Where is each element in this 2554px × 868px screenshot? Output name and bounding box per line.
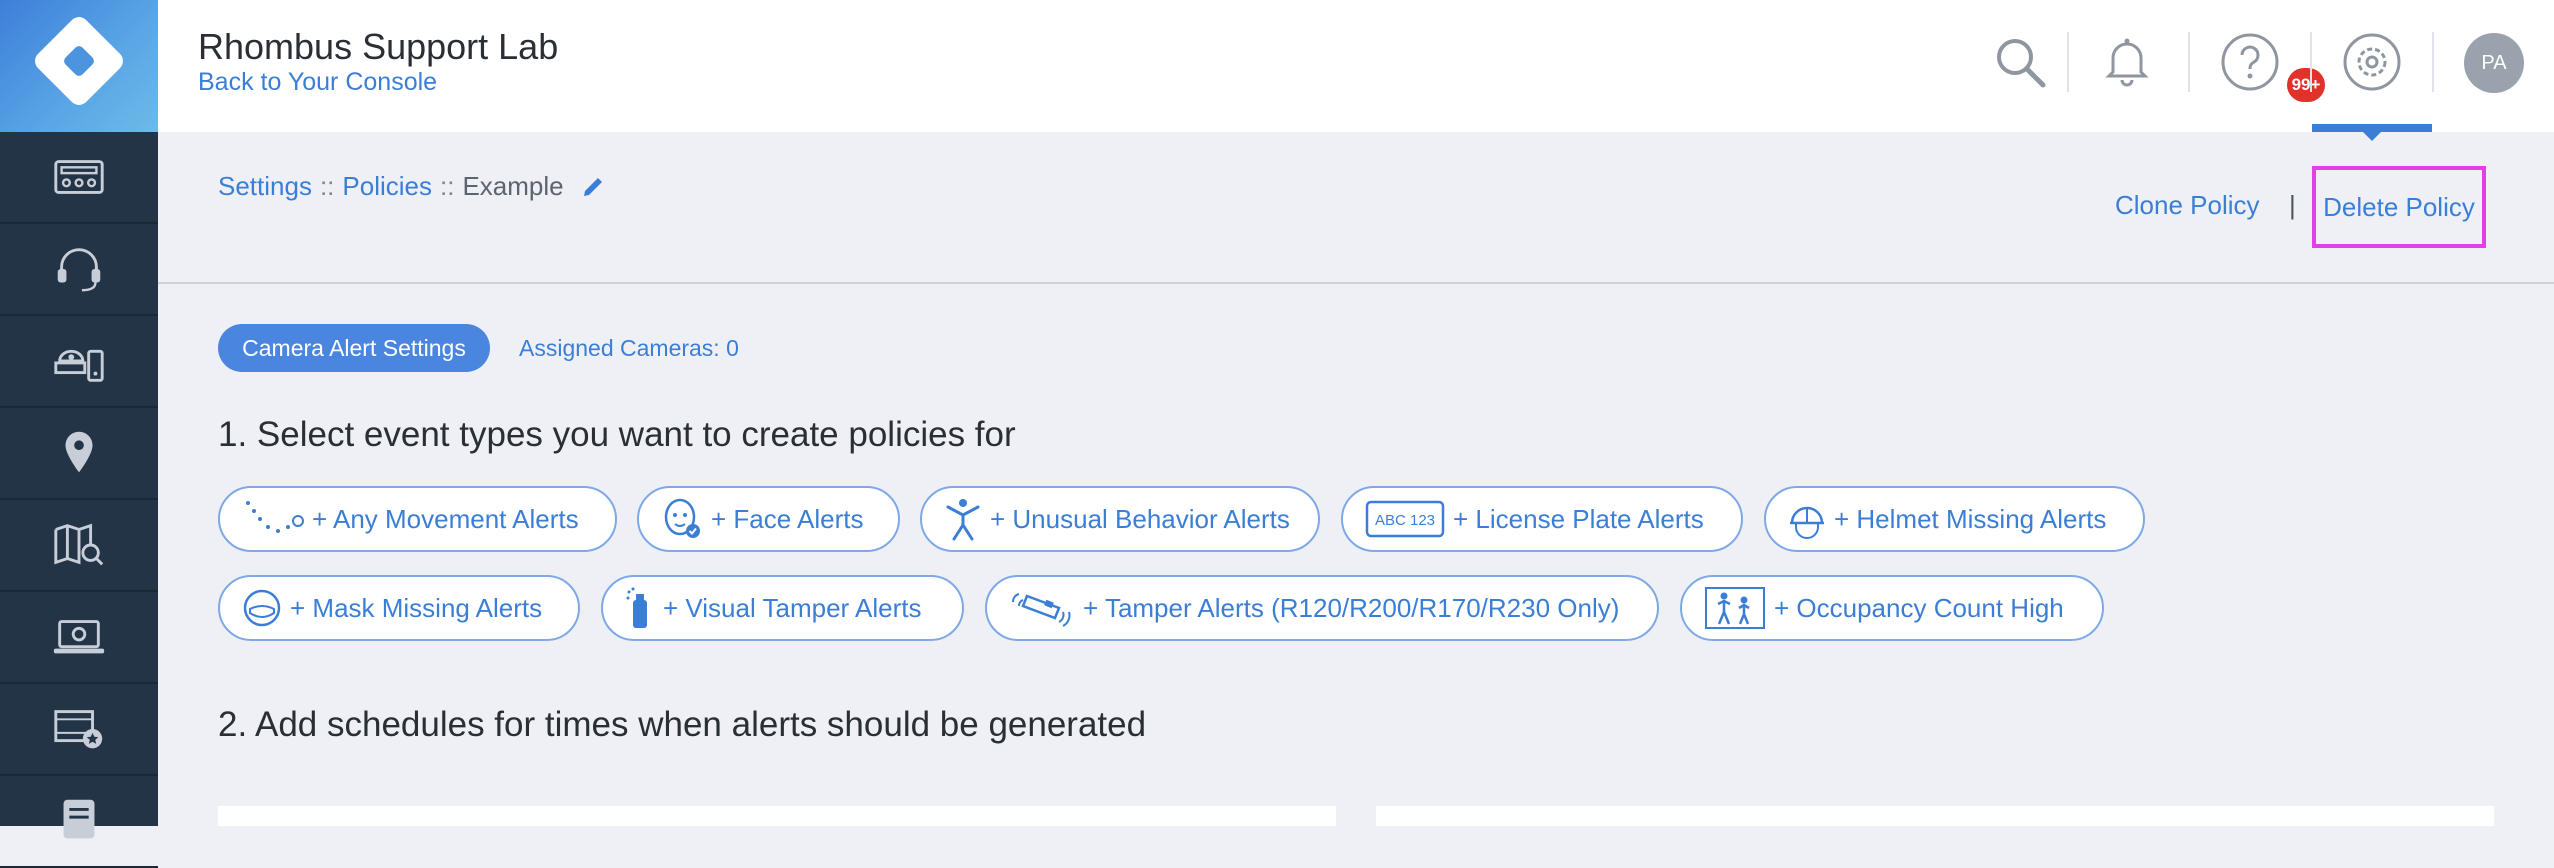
film-star-icon — [54, 710, 103, 749]
camera-tamper-icon — [1009, 588, 1075, 628]
chip-label: + Mask Missing Alerts — [290, 592, 543, 623]
breadcrumb-current: Example — [462, 171, 564, 201]
sidebar-item-video-wall[interactable] — [0, 592, 158, 684]
tab-assigned-cameras[interactable]: Assigned Cameras: 0 — [519, 335, 739, 362]
add-license-plate-alert[interactable]: ABC 123 + License Plate Alerts — [1341, 486, 1743, 552]
laptop-camera-icon — [53, 620, 105, 654]
occupancy-icon — [1704, 586, 1766, 630]
step-two-heading: 2. Add schedules for times when alerts s… — [218, 705, 1147, 744]
step-one-heading: 1. Select event types you want to create… — [218, 415, 1016, 454]
back-to-console-link[interactable]: Back to Your Console — [198, 68, 437, 97]
schedule-panel-left — [218, 806, 1336, 826]
clone-policy-link[interactable]: Clone Policy — [2115, 190, 2260, 221]
mask-icon — [242, 587, 282, 629]
devices-icon — [54, 349, 104, 382]
chip-label: + Helmet Missing Alerts — [1834, 503, 2107, 534]
help-button[interactable] — [2210, 22, 2290, 102]
header-divider — [2067, 32, 2069, 92]
breadcrumb-separator: :: — [319, 171, 335, 201]
sidebar-item-locations[interactable] — [0, 408, 158, 500]
add-tamper-alert[interactable]: + Tamper Alerts (R120/R200/R170/R230 Onl… — [985, 575, 1659, 641]
sidebar-item-support[interactable] — [0, 224, 158, 316]
add-occupancy-count-high-alert[interactable]: + Occupancy Count High — [1680, 575, 2104, 641]
chip-label: + Face Alerts — [711, 503, 864, 534]
add-face-alert[interactable]: + Face Alerts — [637, 486, 900, 552]
sidebar-item-dashboard[interactable] — [0, 132, 158, 224]
chip-label: + Unusual Behavior Alerts — [990, 503, 1290, 534]
breadcrumb-policies[interactable]: Policies — [342, 171, 432, 202]
header-divider — [2310, 32, 2312, 92]
header-divider — [2432, 32, 2434, 92]
chip-label: + Occupancy Count High — [1774, 592, 2064, 623]
search-button[interactable] — [1980, 22, 2060, 102]
rhombus-logo[interactable] — [0, 0, 158, 132]
logo-diamond-icon — [30, 12, 128, 110]
help-icon — [2221, 33, 2279, 91]
chip-label: + Visual Tamper Alerts — [663, 592, 922, 623]
breadcrumb-separator: :: — [440, 171, 455, 201]
chip-label: + Tamper Alerts (R120/R200/R170/R230 Onl… — [1083, 592, 1620, 623]
header-divider — [2188, 32, 2190, 92]
add-mask-missing-alert[interactable]: + Mask Missing Alerts — [218, 575, 580, 641]
movement-icon — [242, 497, 304, 541]
headset-icon — [57, 248, 101, 292]
spray-icon — [625, 586, 655, 630]
section-divider — [158, 282, 2554, 284]
edit-pencil-icon[interactable] — [580, 174, 606, 200]
sidebar-item-devices[interactable] — [0, 316, 158, 408]
delete-policy-link[interactable]: Delete Policy — [2312, 166, 2486, 248]
bell-icon — [2105, 38, 2149, 87]
sidebar-item-saved-clips[interactable] — [0, 684, 158, 776]
license-plate-icon: ABC 123 — [1365, 499, 1445, 539]
action-separator: | — [2289, 190, 2296, 220]
settings-active-arrow — [2363, 132, 2381, 141]
face-icon — [661, 497, 703, 541]
add-helmet-missing-alert[interactable]: + Helmet Missing Alerts — [1764, 486, 2145, 552]
notification-badge: 99+ — [2287, 68, 2325, 102]
dashboard-icon — [54, 160, 104, 194]
sidebar-item-reports[interactable] — [0, 776, 158, 868]
helmet-icon — [1788, 499, 1826, 539]
add-visual-tamper-alert[interactable]: + Visual Tamper Alerts — [601, 575, 964, 641]
chip-label: + Any Movement Alerts — [312, 503, 579, 534]
settings-active-indicator — [2312, 124, 2432, 132]
schedule-panel-right — [1376, 806, 2494, 826]
notifications-button[interactable] — [2087, 22, 2167, 102]
gear-icon — [2343, 33, 2401, 91]
org-name: Rhombus Support Lab — [198, 26, 559, 67]
location-pin-icon — [65, 431, 93, 473]
avatar[interactable]: PA — [2464, 33, 2524, 93]
person-icon — [944, 497, 982, 541]
top-header: Rhombus Support Lab Back to Your Console… — [158, 0, 2554, 132]
document-icon — [63, 799, 95, 839]
breadcrumb-settings[interactable]: Settings — [218, 171, 312, 202]
tab-camera-alert-settings[interactable]: Camera Alert Settings — [218, 324, 490, 372]
map-search-icon — [54, 523, 104, 566]
settings-button[interactable] — [2332, 22, 2412, 102]
sidebar — [0, 0, 158, 868]
add-unusual-behavior-alert[interactable]: + Unusual Behavior Alerts — [920, 486, 1320, 552]
add-any-movement-alert[interactable]: + Any Movement Alerts — [218, 486, 617, 552]
license-plate-icon-text: ABC 123 — [1375, 512, 1435, 529]
search-icon — [1997, 39, 2046, 88]
breadcrumb: Settings :: Policies :: Example — [218, 171, 606, 202]
sidebar-item-map-search[interactable] — [0, 500, 158, 592]
chip-label: + License Plate Alerts — [1453, 503, 1704, 534]
